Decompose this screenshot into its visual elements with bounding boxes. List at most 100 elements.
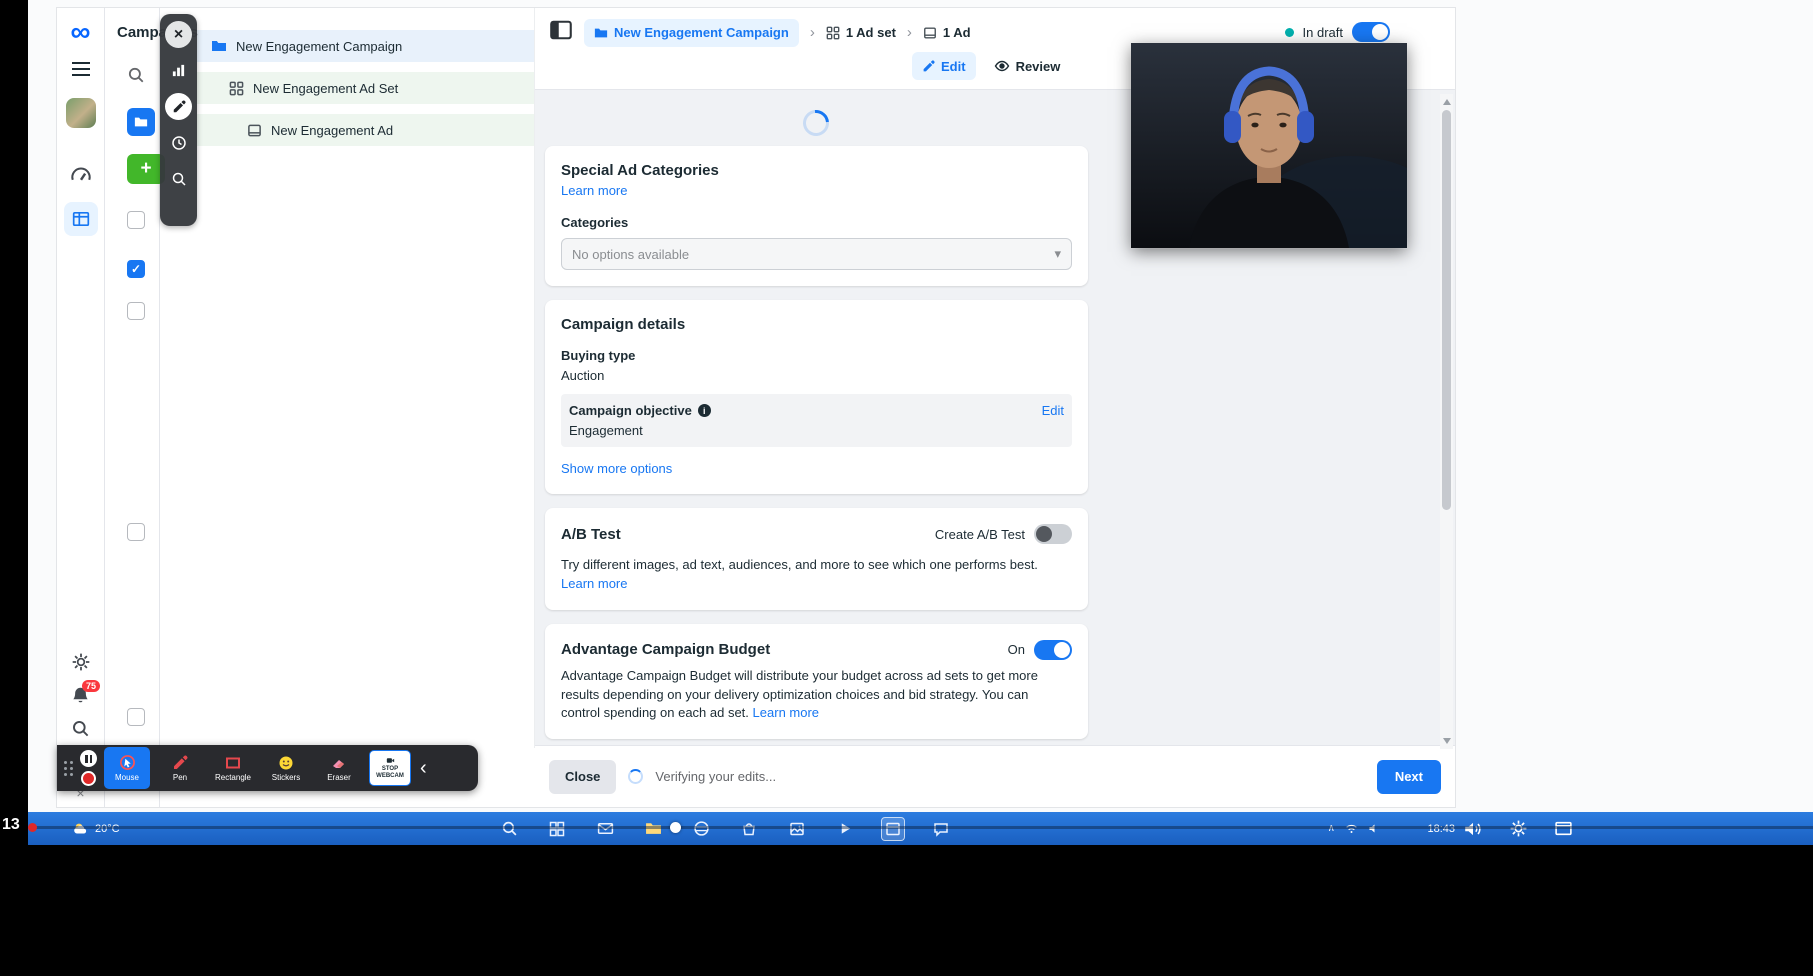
tab-review[interactable]: Review xyxy=(994,58,1061,74)
campaign-details-card: Campaign details Buying type Auction Cam… xyxy=(545,300,1088,494)
collapse-panel-button[interactable] xyxy=(549,18,573,47)
check-icon: ✓ xyxy=(130,262,142,276)
learn-more-link[interactable]: Learn more xyxy=(561,576,627,591)
video-frame: ∞ 75 × Campaigns + ✓ × New Engagement Ca… xyxy=(0,0,1813,976)
tool-label: Eraser xyxy=(327,772,351,782)
speedometer-nav-icon[interactable] xyxy=(70,164,92,186)
breadcrumb: New Engagement Campaign › 1 Ad set › 1 A… xyxy=(549,18,971,47)
timeline-handle[interactable] xyxy=(670,822,681,833)
scroll-down-arrow[interactable] xyxy=(1443,738,1451,744)
ab-test-toggle[interactable] xyxy=(1034,524,1072,544)
ad-frame-icon xyxy=(923,26,936,39)
notifications-bell-button[interactable]: 75 xyxy=(71,680,100,705)
caret-down-icon: ▾ xyxy=(1054,246,1061,261)
breadcrumb-adset[interactable]: 1 Ad set xyxy=(826,25,896,40)
timer-tool-button[interactable] xyxy=(165,129,192,156)
objective-value: Engagement xyxy=(569,423,643,438)
tool-rectangle[interactable]: Rectangle xyxy=(210,747,256,789)
pause-recording-button[interactable] xyxy=(80,750,97,767)
budget-description: Advantage Campaign Budget will distribut… xyxy=(561,667,1053,724)
show-more-options-link[interactable]: Show more options xyxy=(561,461,672,476)
meta-logo-icon[interactable]: ∞ xyxy=(71,18,91,46)
learn-more-link[interactable]: Learn more xyxy=(753,705,819,720)
card-title: Advantage Campaign Budget xyxy=(561,641,771,659)
vertical-scrollbar[interactable] xyxy=(1440,94,1453,749)
breadcrumb-label: 1 Ad set xyxy=(845,25,896,40)
settings-gear-button[interactable] xyxy=(71,652,91,672)
select-value: No options available xyxy=(572,246,690,262)
edit-objective-link[interactable]: Edit xyxy=(1042,403,1064,418)
toggle-knob xyxy=(1054,641,1070,658)
plus-icon: + xyxy=(140,158,152,179)
tab-edit[interactable]: Edit xyxy=(912,52,976,80)
webcam-video xyxy=(1131,43,1407,248)
draft-status: In draft xyxy=(1284,22,1390,42)
rectangle-icon xyxy=(226,757,240,768)
row-checkbox-checked[interactable]: ✓ xyxy=(127,260,145,278)
breadcrumb-campaign[interactable]: New Engagement Campaign xyxy=(584,18,799,47)
editor-footer: Close Verifying your edits... Next xyxy=(535,745,1455,807)
tool-pen[interactable]: Pen xyxy=(157,747,203,789)
chevron-right-icon: › xyxy=(906,24,912,41)
eraser-icon xyxy=(333,759,344,768)
mouse-cursor-icon xyxy=(119,755,135,770)
tool-stickers[interactable]: Stickers xyxy=(263,747,309,789)
draft-dot-icon xyxy=(1284,27,1294,37)
zoom-tool-button[interactable] xyxy=(165,165,192,192)
tool-mouse[interactable]: Mouse xyxy=(104,747,150,789)
folder-icon xyxy=(594,28,608,37)
campaigns-search-icon[interactable] xyxy=(127,66,145,89)
scroll-up-arrow[interactable] xyxy=(1443,99,1451,105)
hamburger-menu-button[interactable] xyxy=(71,62,90,76)
categories-select[interactable]: No options available ▾ xyxy=(561,238,1072,270)
drag-handle[interactable] xyxy=(64,760,73,776)
tree-item-campaign[interactable]: New Engagement Campaign xyxy=(197,30,534,62)
desktop: ∞ 75 × Campaigns + ✓ × New Engagement Ca… xyxy=(28,0,1813,812)
tool-eraser[interactable]: Eraser xyxy=(316,747,362,789)
stop-recording-button[interactable] xyxy=(81,771,96,786)
video-timeline[interactable] xyxy=(28,822,1813,833)
search-button[interactable] xyxy=(71,719,90,738)
campaign-tree-panel: New Engagement Campaign New Engagement A… xyxy=(197,8,535,748)
adset-grid-icon xyxy=(229,81,244,95)
budget-toggle[interactable] xyxy=(1034,639,1072,660)
eye-icon xyxy=(994,60,1009,72)
tool-label: Pen xyxy=(172,772,188,782)
tree-item-label: New Engagement Ad Set xyxy=(253,80,399,96)
card-title: Special Ad Categories xyxy=(561,162,719,179)
buying-type-value: Auction xyxy=(561,368,605,383)
row-checkbox[interactable] xyxy=(127,211,145,229)
webcam-icon xyxy=(386,757,394,763)
collapse-toolbar-chevron[interactable]: ‹ xyxy=(420,758,427,778)
tab-label: Review xyxy=(1015,58,1061,74)
chart-tool-button[interactable] xyxy=(165,57,192,84)
row-checkbox[interactable] xyxy=(127,523,145,541)
campaign-folder-button[interactable] xyxy=(127,108,155,136)
scrollbar-thumb[interactable] xyxy=(1442,110,1451,510)
campaigns-table-nav[interactable] xyxy=(63,202,98,236)
tree-item-adset[interactable]: New Engagement Ad Set xyxy=(197,72,534,104)
row-checkbox[interactable] xyxy=(127,708,145,726)
close-button[interactable]: Close xyxy=(549,759,617,794)
chevron-right-icon: › xyxy=(809,24,815,41)
breadcrumb-ad[interactable]: 1 Ad xyxy=(923,25,971,40)
draft-toggle[interactable] xyxy=(1352,22,1390,42)
stop-webcam-button[interactable]: STOP WEBCAM xyxy=(369,750,411,786)
close-annotation-button[interactable]: × xyxy=(165,21,192,48)
pen-tool-button[interactable] xyxy=(165,93,192,120)
learn-more-link[interactable]: Learn more xyxy=(561,183,627,198)
next-button[interactable]: Next xyxy=(1376,759,1441,794)
card-title: Campaign details xyxy=(561,316,686,333)
smiley-icon xyxy=(279,756,293,769)
tree-item-ad[interactable]: New Engagement Ad xyxy=(197,114,534,146)
row-checkbox[interactable] xyxy=(127,302,145,320)
account-avatar[interactable] xyxy=(65,98,96,128)
ab-test-description: Try different images, ad text, audiences… xyxy=(561,556,1072,594)
info-icon[interactable]: i xyxy=(697,404,711,417)
categories-label: Categories xyxy=(561,215,629,230)
ad-frame-icon xyxy=(248,124,261,136)
left-nav-rail: ∞ 75 × xyxy=(57,8,105,807)
advantage-budget-card: Advantage Campaign Budget On Advantage C… xyxy=(545,623,1088,740)
toggle-knob xyxy=(1036,526,1052,542)
verify-spinner-icon xyxy=(628,769,644,784)
